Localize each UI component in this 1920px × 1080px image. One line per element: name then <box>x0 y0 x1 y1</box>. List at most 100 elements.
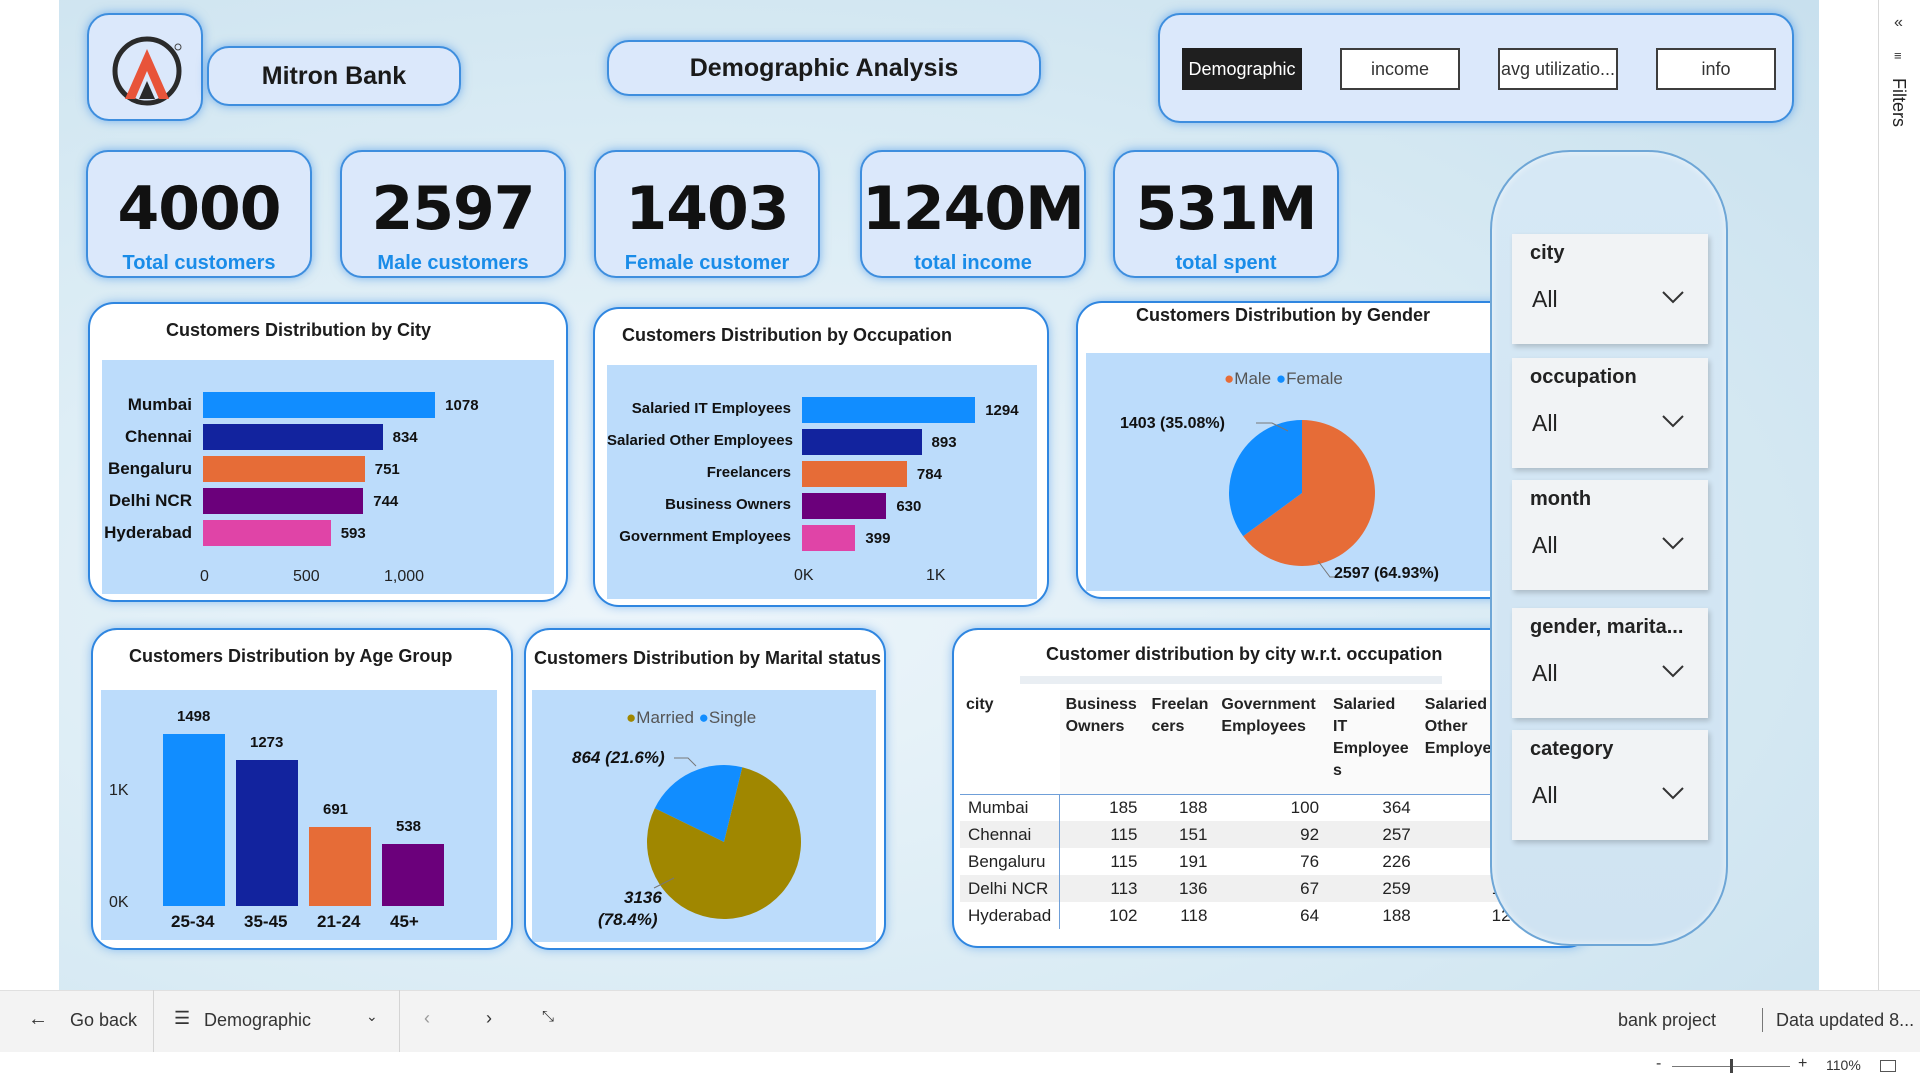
x-tick: 1K <box>926 567 946 584</box>
column-header[interactable]: Government Employees <box>1215 690 1328 794</box>
kpi-value: 1403 <box>625 174 790 244</box>
category-label: 45+ <box>390 912 419 931</box>
nav-info-button[interactable]: info <box>1656 48 1776 90</box>
row-header-cell: Bengaluru <box>960 848 1061 875</box>
bar[interactable] <box>163 734 225 906</box>
collapse-icon[interactable]: ⤡ <box>542 1008 554 1025</box>
marital-label-married-pct: (78.4%) <box>598 910 658 929</box>
column-header[interactable]: city <box>960 690 1060 794</box>
table-cell: 102 <box>1109 905 1138 925</box>
bar[interactable] <box>203 456 365 482</box>
slicer-city[interactable]: city All <box>1512 234 1708 344</box>
kpi-male-customers: 2597 Male customers <box>340 150 566 278</box>
data-label: 784 <box>916 466 942 483</box>
back-arrow-icon[interactable]: ← <box>28 1008 48 1031</box>
slicer-value[interactable]: All <box>1532 532 1558 559</box>
category-label: Bengaluru <box>107 459 192 478</box>
table-row[interactable]: Mumbai185188100364241 <box>960 794 1528 821</box>
gender-chart-title: Customers Distribution by Gender <box>1136 305 1431 325</box>
chevron-down-icon[interactable] <box>1660 284 1686 310</box>
marital-chart-title: Customers Distribution by Marital status <box>534 648 882 668</box>
bar[interactable] <box>802 429 922 455</box>
slicer-value[interactable]: All <box>1532 782 1558 809</box>
table-cell: 188 <box>1382 905 1411 925</box>
page-title: Demographic Analysis <box>607 40 1041 96</box>
table-cell: 226 <box>1382 851 1411 871</box>
bar[interactable] <box>802 461 907 487</box>
slicer-title: month <box>1530 488 1592 510</box>
table-row[interactable]: Delhi NCR11313667259169 <box>960 875 1528 902</box>
table-cell: 67 <box>1300 878 1320 898</box>
go-back-button[interactable]: Go back <box>70 1010 137 1031</box>
zoom-out-icon[interactable]: - <box>1656 1055 1661 1073</box>
bar[interactable] <box>802 525 856 551</box>
slicer-value[interactable]: All <box>1532 660 1558 687</box>
table-cell: 191 <box>1179 851 1208 871</box>
data-label: 893 <box>931 434 957 451</box>
bar[interactable] <box>203 520 331 546</box>
kpi-value: 4000 <box>117 174 282 244</box>
table-row[interactable]: Bengaluru11519176226143 <box>960 848 1528 875</box>
column-header[interactable]: Business Owners <box>1059 690 1146 794</box>
bank-logo-icon <box>112 36 182 106</box>
occupation-chart-plot: Salaried IT Employees 1294 Salaried Other … <box>607 365 1037 599</box>
table-cell: 364 <box>1382 797 1411 817</box>
data-label: 751 <box>374 461 400 478</box>
kpi-total-income: 1240M total income <box>860 150 1086 278</box>
bar[interactable] <box>382 844 444 906</box>
matrix-header-row: city Business Owners Freelan cers Govern… <box>960 690 1528 794</box>
column-header[interactable]: Freelan cers <box>1145 690 1216 794</box>
kpi-value: 1240M <box>862 174 1085 244</box>
logo-card <box>87 13 203 121</box>
chevron-down-icon[interactable] <box>1660 780 1686 806</box>
bar[interactable] <box>802 397 976 423</box>
bar[interactable] <box>203 424 383 450</box>
nav-avg-utilization-button[interactable]: avg utilizatio... <box>1498 48 1618 90</box>
table-cell: 118 <box>1180 905 1208 925</box>
bar[interactable] <box>802 493 887 519</box>
previous-page-icon[interactable]: ‹ <box>424 1008 430 1029</box>
zoom-slider-thumb[interactable] <box>1730 1059 1733 1073</box>
marital-pie <box>647 757 801 919</box>
column-header[interactable]: Salaried IT Employee s <box>1327 690 1419 794</box>
data-label: 630 <box>896 498 922 515</box>
category-label: Salaried IT Employees <box>631 400 791 417</box>
table-cell: 113 <box>1110 878 1138 898</box>
chevron-down-icon[interactable]: ⌄ <box>366 1008 378 1025</box>
chevron-down-icon[interactable] <box>1660 530 1686 556</box>
zoom-in-icon[interactable]: + <box>1798 1055 1807 1073</box>
expand-filters-icon[interactable]: « <box>1894 14 1903 32</box>
slicer-value[interactable]: All <box>1532 410 1558 437</box>
table-cell: 185 <box>1109 797 1138 817</box>
chevron-down-icon[interactable] <box>1660 658 1686 684</box>
x-tick: 0 <box>200 568 209 585</box>
slicer-occupation[interactable]: occupation All <box>1512 358 1708 468</box>
filters-pane-collapsed[interactable] <box>1878 0 1920 990</box>
slicer-month[interactable]: month All <box>1512 480 1708 590</box>
nav-demographic-button[interactable]: Demographic <box>1182 48 1302 90</box>
filter-icon[interactable]: ≡ <box>1894 48 1902 63</box>
bar[interactable] <box>236 760 298 906</box>
page-selector[interactable]: Demographic <box>204 1010 311 1031</box>
slicer-title: category <box>1530 738 1614 760</box>
fit-to-page-icon[interactable] <box>1880 1060 1896 1072</box>
kpi-female-customers: 1403 Female customer <box>594 150 820 278</box>
slicer-gender[interactable]: gender, marita... All <box>1512 608 1708 718</box>
marital-label-single: 864 (21.6%) <box>572 748 665 767</box>
slicer-category[interactable]: category All <box>1512 730 1708 840</box>
slicer-value[interactable]: All <box>1532 286 1558 313</box>
row-header-cell: Delhi NCR <box>960 875 1061 902</box>
table-row[interactable]: Chennai11515192257219 <box>960 821 1528 848</box>
chevron-down-icon[interactable] <box>1660 408 1686 434</box>
filters-label[interactable]: Filters <box>1888 78 1909 127</box>
bar[interactable] <box>309 826 371 906</box>
bar[interactable] <box>203 488 364 514</box>
age-chart-card: Customers Distribution by Age Group 1K 0… <box>91 628 513 950</box>
bar[interactable] <box>203 392 436 418</box>
next-page-icon[interactable]: › <box>486 1008 492 1029</box>
table-cell: 151 <box>1179 824 1208 844</box>
bank-name: Mitron Bank <box>207 46 461 106</box>
nav-income-button[interactable]: income <box>1340 48 1460 90</box>
table-row[interactable]: Hyderabad10211864188121 <box>960 902 1528 929</box>
y-tick: 1K <box>109 782 129 799</box>
